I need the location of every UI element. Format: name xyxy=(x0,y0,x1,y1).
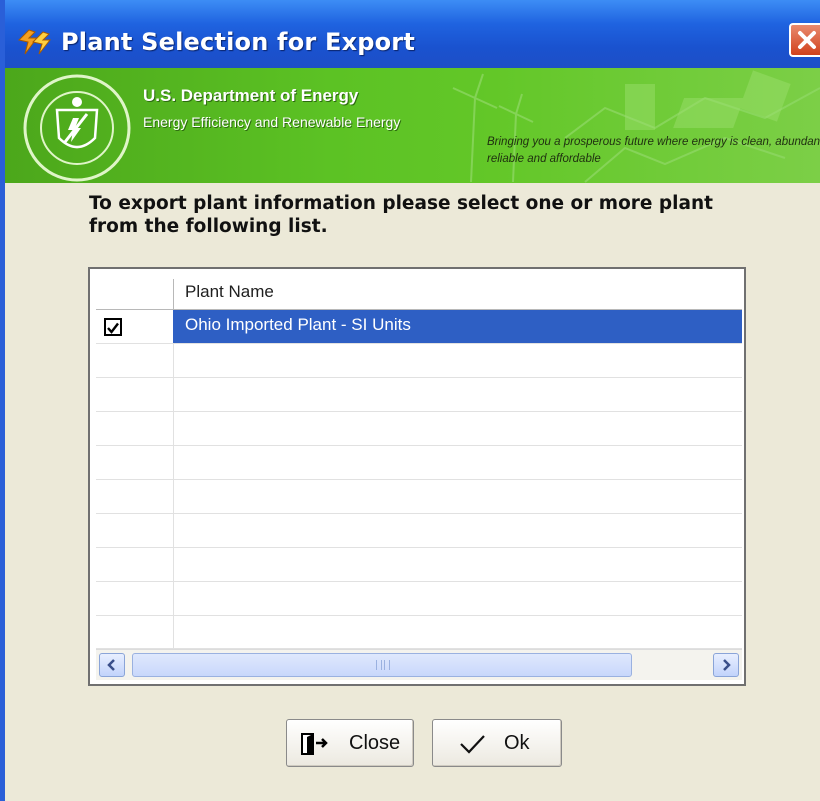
empty-row xyxy=(96,378,742,412)
doe-seal-icon xyxy=(23,74,131,182)
empty-row xyxy=(96,548,742,582)
horizontal-scrollbar[interactable] xyxy=(96,649,742,680)
empty-row xyxy=(96,616,742,649)
close-button[interactable]: Close xyxy=(286,719,414,767)
empty-row xyxy=(96,412,742,446)
empty-row xyxy=(96,582,742,616)
scroll-left-icon xyxy=(107,659,115,671)
row-select-cell xyxy=(96,344,174,377)
grid-header: Plant Name xyxy=(96,279,742,310)
row-select-cell xyxy=(96,378,174,411)
doe-banner: U.S. Department of Energy Energy Efficie… xyxy=(5,68,820,183)
row-select-cell xyxy=(96,480,174,513)
row-select-cell xyxy=(96,548,174,581)
doe-organization: U.S. Department of Energy xyxy=(143,86,359,105)
row-plant-name: Ohio Imported Plant - SI Units xyxy=(185,315,411,334)
scroll-thumb[interactable] xyxy=(132,653,632,677)
doe-office: Energy Efficiency and Renewable Energy xyxy=(143,114,401,130)
empty-row xyxy=(96,344,742,378)
empty-row xyxy=(96,446,742,480)
ok-button[interactable]: Ok xyxy=(432,719,562,767)
ok-button-label: Ok xyxy=(504,732,530,754)
close-x-icon xyxy=(798,31,816,49)
row-select-cell xyxy=(96,412,174,445)
header-select-column[interactable] xyxy=(96,279,174,309)
plant-list-grid[interactable]: Plant Name Ohio Imported Plant - SI Unit… xyxy=(88,267,746,686)
export-dialog: Plant Selection for Export U.S. Departme… xyxy=(0,0,820,801)
row-select-cell xyxy=(96,514,174,547)
table-row[interactable]: Ohio Imported Plant - SI Units xyxy=(96,310,742,344)
scroll-right-button[interactable] xyxy=(713,653,739,677)
close-button-label: Close xyxy=(349,732,401,754)
row-select-cell xyxy=(96,616,174,649)
scroll-left-button[interactable] xyxy=(99,653,125,677)
row-checkbox[interactable] xyxy=(104,318,122,336)
row-select-cell xyxy=(96,582,174,615)
app-lightning-icon xyxy=(18,29,51,55)
exit-door-icon xyxy=(301,733,328,755)
title-bar[interactable]: Plant Selection for Export xyxy=(5,0,820,68)
header-plant-name[interactable]: Plant Name xyxy=(185,282,274,302)
row-select-cell[interactable] xyxy=(96,310,174,343)
instructions-text: To export plant information please selec… xyxy=(89,193,713,237)
doe-tagline: Bringing you a prosperous future where e… xyxy=(487,136,820,165)
empty-row xyxy=(96,480,742,514)
scroll-right-icon xyxy=(723,659,731,671)
empty-row xyxy=(96,514,742,548)
close-window-button[interactable] xyxy=(789,23,820,57)
thumb-grip-icon xyxy=(376,660,390,670)
row-select-cell xyxy=(96,446,174,479)
window-title: Plant Selection for Export xyxy=(61,28,416,56)
checkmark-icon xyxy=(460,735,485,754)
checkmark-icon xyxy=(107,322,119,334)
